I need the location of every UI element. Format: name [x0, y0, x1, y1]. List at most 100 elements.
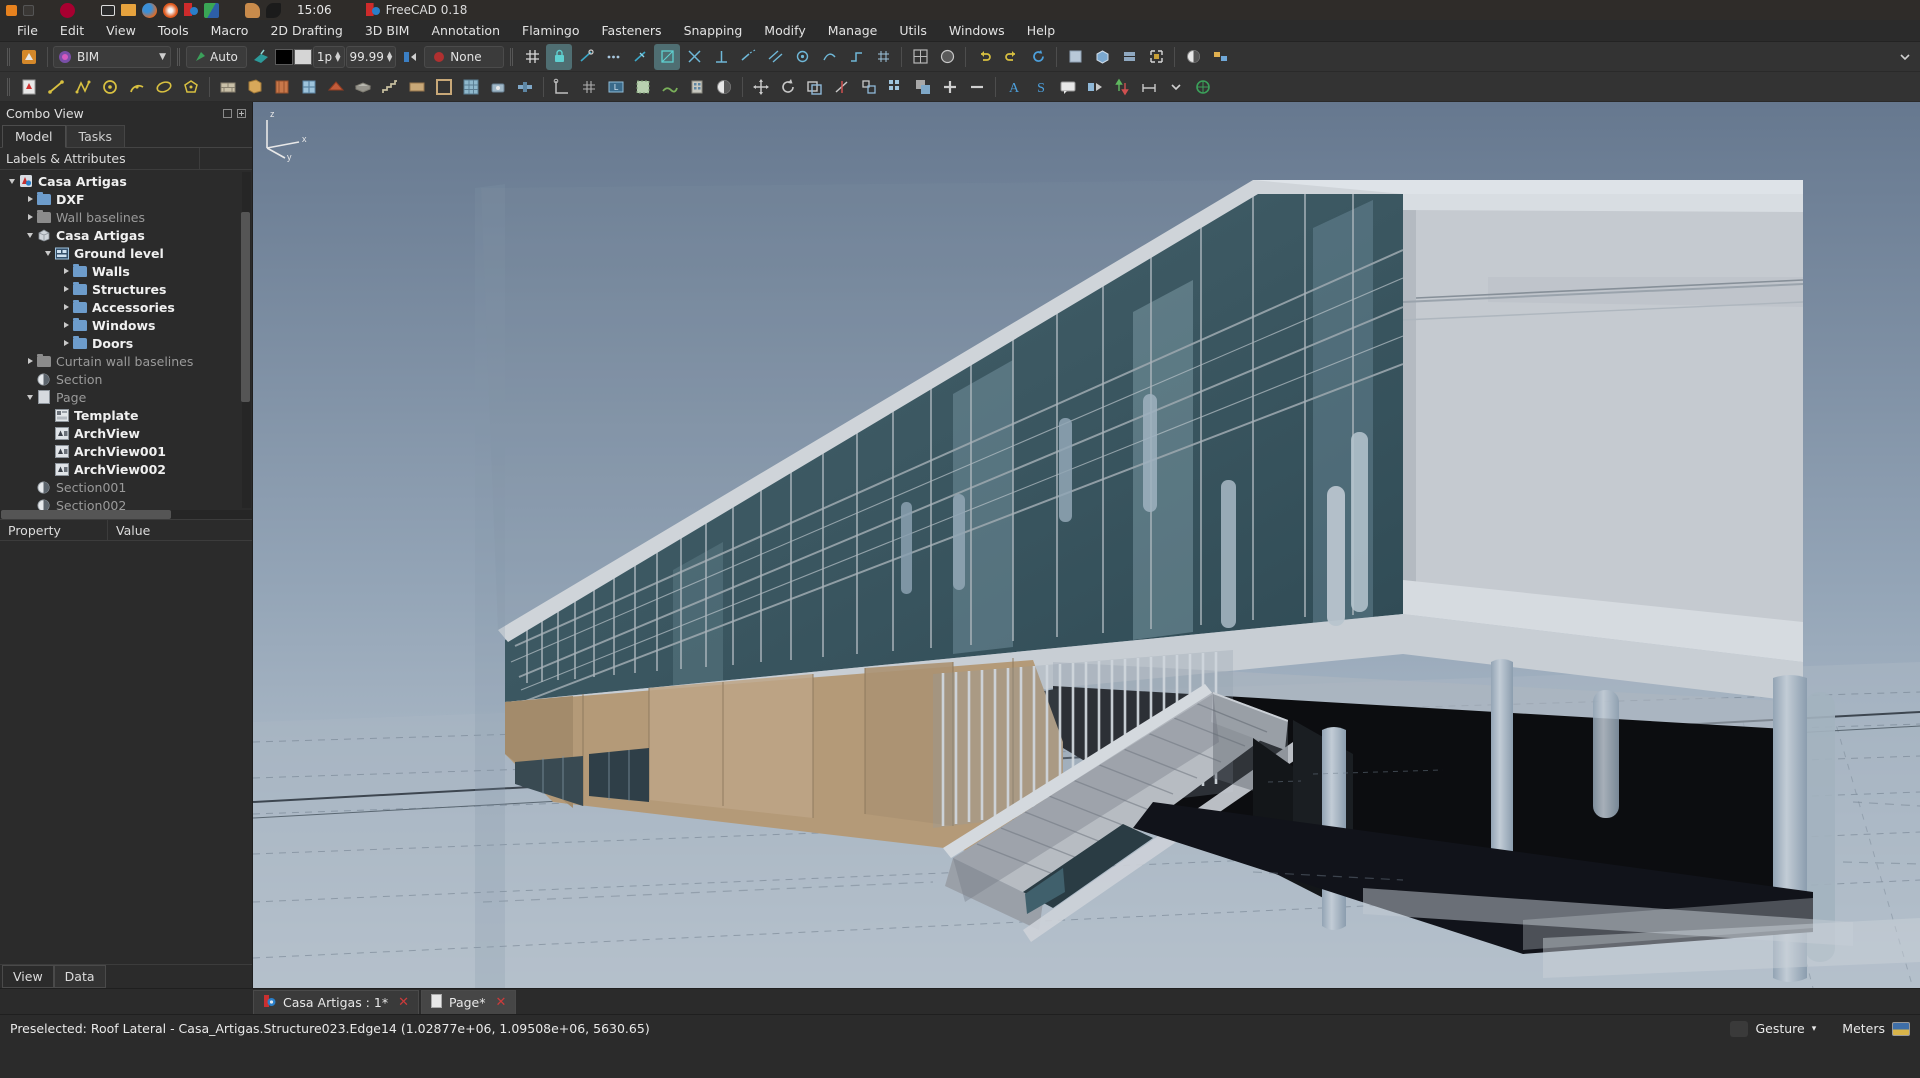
- tree-scroll-thumb[interactable]: [241, 212, 250, 402]
- rebar-icon[interactable]: [269, 74, 295, 100]
- close-icon[interactable]: [237, 109, 246, 118]
- menu-fasteners[interactable]: Fasteners: [591, 21, 673, 40]
- tree-item-ground-level[interactable]: Ground level: [0, 244, 252, 262]
- dimension2-icon[interactable]: [1136, 74, 1162, 100]
- chevron-down-icon[interactable]: [24, 391, 36, 403]
- view-section-icon[interactable]: [1180, 44, 1206, 70]
- freecad-icon[interactable]: [184, 3, 198, 17]
- snap-parallel-icon[interactable]: [762, 44, 788, 70]
- transparency-stepper[interactable]: 99.99 ▲▼: [346, 46, 397, 68]
- close-icon[interactable]: ✕: [496, 995, 507, 1010]
- 3d-viewport[interactable]: z x y: [253, 102, 1920, 988]
- tree-item-archview[interactable]: ArchView: [0, 424, 252, 442]
- tree-scrollbar-vertical[interactable]: [242, 172, 251, 508]
- tree-item-section002[interactable]: Section002: [0, 496, 252, 510]
- stepper-arrows-icon[interactable]: ▲▼: [335, 52, 340, 62]
- tree-item-page[interactable]: Page: [0, 388, 252, 406]
- redo-icon[interactable]: [998, 44, 1024, 70]
- toolbar-grip-3[interactable]: [508, 46, 515, 68]
- std-view-front-icon[interactable]: [1062, 44, 1088, 70]
- site-icon[interactable]: [657, 74, 683, 100]
- toolbar-grip-4[interactable]: [5, 76, 12, 98]
- tab-tasks[interactable]: Tasks: [66, 125, 126, 147]
- autogroup-button[interactable]: Auto: [186, 46, 247, 68]
- grid-icon[interactable]: [519, 44, 545, 70]
- tab-data[interactable]: Data: [54, 965, 106, 988]
- panel-icon[interactable]: [404, 74, 430, 100]
- toolbar-overflow-icon[interactable]: [1892, 44, 1918, 70]
- workbench-selector[interactable]: BIM ▼: [53, 46, 171, 68]
- updown-icon[interactable]: [1109, 74, 1135, 100]
- tree-item-template[interactable]: Template: [0, 406, 252, 424]
- scale-icon[interactable]: [856, 74, 882, 100]
- hand-icon[interactable]: [245, 3, 260, 18]
- equipment-icon[interactable]: [485, 74, 511, 100]
- toggle-display-mode-icon[interactable]: [934, 44, 960, 70]
- curtainwall-icon[interactable]: [458, 74, 484, 100]
- menu-manage[interactable]: Manage: [817, 21, 889, 40]
- snap-near-icon[interactable]: [816, 44, 842, 70]
- document-tab-2[interactable]: Page*✕: [421, 990, 516, 1014]
- bim-setup-icon[interactable]: [16, 44, 42, 70]
- menu-windows[interactable]: Windows: [938, 21, 1016, 40]
- rotate-icon[interactable]: [775, 74, 801, 100]
- chevron-down-icon[interactable]: [24, 229, 36, 241]
- undock-icon[interactable]: [223, 109, 232, 118]
- fit-all-icon[interactable]: [1143, 44, 1169, 70]
- tree-item-doors[interactable]: Doors: [0, 334, 252, 352]
- tree-item-casa-artigas[interactable]: Casa Artigas: [0, 172, 252, 190]
- chevron-down-icon[interactable]: [6, 175, 18, 187]
- debian-icon[interactable]: [60, 3, 75, 18]
- stairs-icon[interactable]: [377, 74, 403, 100]
- shape2dview-icon[interactable]: [1082, 74, 1108, 100]
- tab-view[interactable]: View: [2, 965, 54, 988]
- navigation-style-selector[interactable]: Gesture ▾: [1730, 1021, 1816, 1037]
- snap-intersection-icon[interactable]: [681, 44, 707, 70]
- pipe-icon[interactable]: [512, 74, 538, 100]
- toggle-grid-icon[interactable]: [907, 44, 933, 70]
- bim-project-icon[interactable]: [16, 74, 42, 100]
- polygon-icon[interactable]: [178, 74, 204, 100]
- space-icon[interactable]: [630, 74, 656, 100]
- face-color-swatch[interactable]: [294, 49, 312, 65]
- chevron-right-icon[interactable]: [60, 265, 72, 277]
- chevron-right-icon[interactable]: [24, 355, 36, 367]
- building-icon[interactable]: [684, 74, 710, 100]
- menu-macro[interactable]: Macro: [200, 21, 260, 40]
- line-width-stepper[interactable]: 1p ▲▼: [313, 46, 345, 68]
- ubuntu-logo-icon[interactable]: [6, 5, 17, 16]
- roof-icon[interactable]: [323, 74, 349, 100]
- snap-grid-point-icon[interactable]: [870, 44, 896, 70]
- tree-item-windows[interactable]: Windows: [0, 316, 252, 334]
- menu-utils[interactable]: Utils: [888, 21, 938, 40]
- chevron-right-icon[interactable]: [60, 337, 72, 349]
- chevron-right-icon[interactable]: [24, 193, 36, 205]
- terminal-icon[interactable]: [101, 5, 115, 16]
- window-icon[interactable]: [23, 5, 34, 16]
- menu-annotation[interactable]: Annotation: [420, 21, 511, 40]
- structure-icon[interactable]: [242, 74, 268, 100]
- section-plane-icon[interactable]: [711, 74, 737, 100]
- bird-icon[interactable]: [266, 3, 281, 18]
- wall-icon[interactable]: [215, 74, 241, 100]
- snap-center-icon[interactable]: [627, 44, 653, 70]
- frame-icon[interactable]: [431, 74, 457, 100]
- slab-icon[interactable]: [350, 74, 376, 100]
- tab-model[interactable]: Model: [2, 125, 66, 148]
- firefox-icon[interactable]: [142, 3, 157, 18]
- chevron-down-icon[interactable]: [42, 247, 54, 259]
- snap-lock-icon[interactable]: [546, 44, 572, 70]
- snap-angle-icon[interactable]: [654, 44, 680, 70]
- level-icon[interactable]: L: [603, 74, 629, 100]
- chevron-right-icon[interactable]: [60, 301, 72, 313]
- tree-item-casa-artigas[interactable]: Casa Artigas: [0, 226, 252, 244]
- document-tab-1[interactable]: Casa Artigas : 1*✕: [253, 990, 419, 1014]
- toolbar-grip[interactable]: [5, 46, 12, 68]
- toolbar-grip-2[interactable]: [175, 46, 182, 68]
- tree-item-dxf[interactable]: DXF: [0, 190, 252, 208]
- chevron-right-icon[interactable]: [60, 283, 72, 295]
- offset-icon[interactable]: [802, 74, 828, 100]
- tree-scroll-thumb-h[interactable]: [1, 510, 171, 519]
- tree-item-archview001[interactable]: ArchView001: [0, 442, 252, 460]
- working-plane-icon[interactable]: [248, 44, 274, 70]
